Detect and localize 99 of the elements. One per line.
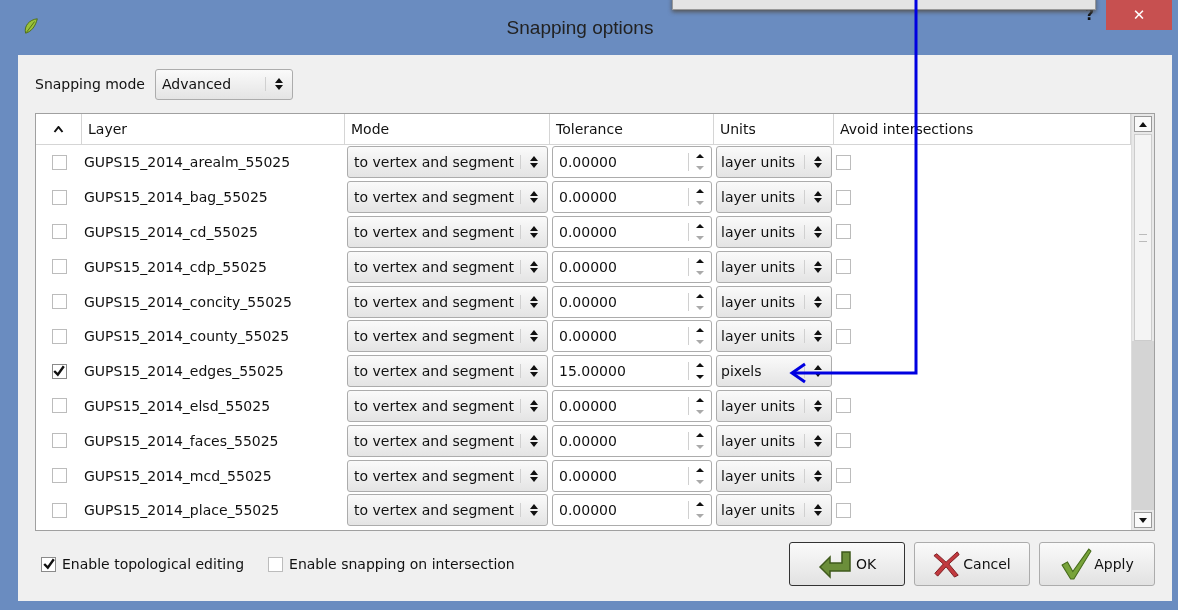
spin-up-icon[interactable] [695, 431, 705, 438]
avoid-intersections-checkbox[interactable] [836, 224, 851, 240]
layer-name-cell-text: GUPS15_2014_county_55025 [83, 327, 291, 347]
mode-dropdown[interactable]: to vertex and segment [347, 320, 548, 353]
spin-up-icon[interactable] [695, 501, 705, 508]
layer-checkbox[interactable] [51, 468, 67, 484]
layer-checkbox[interactable] [51, 224, 67, 240]
spin-up-icon[interactable] [695, 223, 705, 229]
scroll-down-icon[interactable] [1134, 512, 1152, 528]
units-dropdown[interactable]: layer units [716, 146, 832, 179]
tolerance-spinbox[interactable]: 15.00000 [552, 355, 712, 388]
avoid-intersections-checkbox[interactable] [836, 502, 851, 518]
layer-name-cell-text: GUPS15_2014_concity_55025 [83, 292, 293, 312]
spin-up-icon[interactable] [695, 188, 705, 195]
checkmark-icon [42, 558, 55, 570]
spin-up-icon[interactable] [695, 396, 705, 403]
spin-up-icon[interactable] [695, 153, 705, 160]
layer-checkbox[interactable] [51, 259, 67, 275]
avoid-intersections-checkbox[interactable] [836, 189, 851, 205]
tolerance-spinbox[interactable]: 0.00000 [552, 424, 712, 457]
tolerance-spinbox[interactable]: 0.00000 [552, 494, 712, 527]
mode-dropdown[interactable]: to vertex and segment [347, 250, 548, 283]
layer-name-cell-text: GUPS15_2014_arealm_55025 [83, 153, 292, 173]
units-dropdown[interactable]: layer units [716, 181, 832, 214]
units-dropdown[interactable]: layer units [716, 494, 832, 527]
mode-dropdown[interactable]: to vertex and segment [347, 494, 548, 527]
layer-checkbox[interactable] [51, 294, 67, 310]
mode-dropdown[interactable]: to vertex and segment [347, 146, 548, 179]
units-dropdown[interactable]: layer units [716, 459, 832, 492]
spin-up-icon[interactable] [695, 292, 705, 299]
units-dropdown[interactable]: layer units [716, 216, 832, 248]
layer-checkbox[interactable] [51, 398, 67, 414]
layer-checkbox[interactable] [51, 363, 67, 379]
column-header[interactable]: Layer [82, 114, 345, 144]
layer-name-cell-text: GUPS15_2014_cdp_55025 [83, 257, 268, 277]
mode-dropdown[interactable]: to vertex and segment [347, 389, 548, 422]
tolerance-spinbox[interactable]: 0.00000 [552, 285, 712, 318]
avoid-intersections-checkbox[interactable] [836, 433, 851, 449]
spin-down-icon[interactable] [695, 374, 705, 381]
units-dropdown[interactable]: layer units [716, 250, 832, 283]
avoid-intersections-checkbox[interactable] [836, 154, 851, 170]
layer-name-cell-text: GUPS15_2014_faces_55025 [83, 431, 280, 451]
spin-up-icon[interactable] [695, 327, 705, 334]
avoid-intersections-checkbox[interactable] [836, 328, 851, 344]
layer-name-cell-text: GUPS15_2014_mcd_55025 [83, 466, 273, 486]
mode-dropdown[interactable]: to vertex and segment [347, 459, 548, 492]
tolerance-spinbox[interactable]: 0.00000 [552, 320, 712, 353]
tolerance-spinbox[interactable]: 0.00000 [552, 216, 712, 248]
layer-checkbox[interactable] [51, 154, 67, 170]
avoid-intersections-checkbox[interactable] [836, 259, 851, 275]
layer-checkbox[interactable] [51, 189, 67, 205]
layer-checkbox[interactable] [51, 502, 67, 518]
layer-name-cell-text: GUPS15_2014_place_55025 [83, 501, 281, 521]
layer-checkbox[interactable] [51, 328, 67, 344]
cancel-button[interactable]: Cancel [914, 542, 1030, 586]
column-header[interactable]: Mode [345, 114, 550, 144]
checkmark-icon [1060, 548, 1093, 580]
avoid-intersections-checkbox[interactable] [836, 398, 851, 414]
cross-icon [933, 549, 962, 579]
units-dropdown[interactable]: layer units [716, 320, 832, 353]
snapping-mode-dropdown[interactable]: Advanced [154, 68, 293, 100]
spin-up-icon[interactable] [695, 466, 705, 473]
tolerance-spinbox[interactable]: 0.00000 [552, 146, 712, 179]
column-header[interactable]: Tolerance [550, 114, 714, 144]
layer-checkbox[interactable] [51, 433, 67, 449]
ok-button[interactable]: OK [789, 542, 905, 586]
mode-dropdown[interactable]: to vertex and segment [347, 424, 548, 457]
snapping-mode-label: Snapping mode [35, 76, 145, 92]
column-header[interactable]: Units [714, 114, 834, 144]
leaf-icon [22, 16, 40, 36]
close-button[interactable]: ✕ [1106, 0, 1172, 30]
spin-up-icon[interactable] [695, 257, 705, 264]
mode-dropdown[interactable]: to vertex and segment [347, 216, 548, 248]
units-dropdown[interactable]: layer units [716, 389, 832, 422]
layer-name-cell-text: GUPS15_2014_cd_55025 [83, 223, 259, 242]
back-arrow-icon [817, 549, 854, 579]
units-dropdown[interactable]: layer units [716, 424, 832, 457]
avoid-intersections-checkbox[interactable] [836, 468, 851, 484]
mode-dropdown[interactable]: to vertex and segment [347, 355, 548, 388]
units-dropdown[interactable]: pixels [716, 355, 832, 388]
units-dropdown[interactable]: layer units [716, 285, 832, 318]
apply-button[interactable]: Apply [1039, 542, 1155, 586]
scroll-up-icon[interactable] [1134, 116, 1152, 132]
tolerance-spinbox[interactable]: 0.00000 [552, 389, 712, 422]
tolerance-spinbox[interactable]: 0.00000 [552, 459, 712, 492]
vertical-scrollbar[interactable] [1131, 114, 1154, 530]
sort-ascending-icon[interactable] [53, 125, 64, 133]
spin-up-icon[interactable] [695, 362, 705, 369]
window-title: Snapping options [506, 16, 655, 39]
layer-name-cell-text: GUPS15_2014_elsd_55025 [83, 396, 272, 416]
tolerance-spinbox[interactable]: 0.00000 [552, 181, 712, 214]
layer-name-cell-text: GUPS15_2014_edges_55025 [83, 362, 285, 382]
mode-dropdown[interactable]: to vertex and segment [347, 285, 548, 318]
option-checkbox[interactable]: Enable topological editing [41, 556, 245, 572]
tolerance-spinbox[interactable]: 0.00000 [552, 250, 712, 283]
mode-dropdown[interactable]: to vertex and segment [347, 181, 548, 214]
layer-name-cell-text: GUPS15_2014_bag_55025 [83, 188, 269, 208]
option-checkbox[interactable]: Enable snapping on intersection [268, 556, 515, 572]
avoid-intersections-checkbox[interactable] [836, 294, 851, 310]
